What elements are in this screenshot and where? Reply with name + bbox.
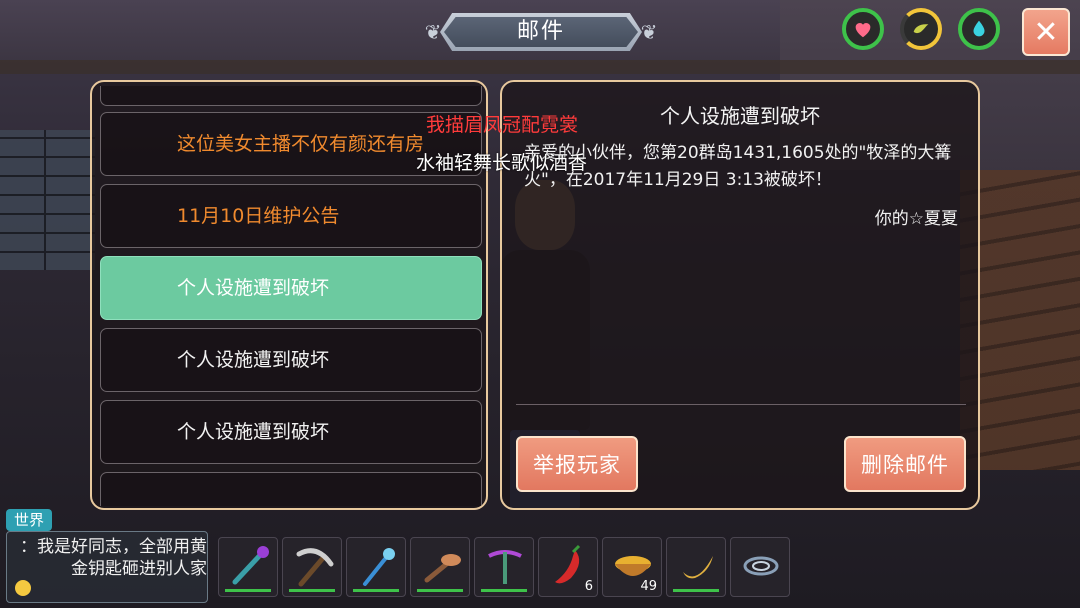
page-title: 邮件 — [516, 19, 565, 44]
brick-wall — [0, 130, 95, 270]
hotbar-slot[interactable]: 6 — [538, 537, 598, 597]
mail-item-label: 个人设施遭到破坏 — [177, 277, 330, 299]
health-indicator[interactable] — [842, 8, 884, 50]
mail-item[interactable]: 个人设施遭到破坏 — [100, 400, 482, 464]
hotbar-slot[interactable] — [474, 537, 534, 597]
item-count: 6 — [584, 579, 593, 594]
mail-signature: 你的☆夏夏 — [874, 209, 958, 229]
chat-channel-tag[interactable]: 世界 — [6, 509, 52, 531]
laughing-emoji-icon — [15, 580, 31, 596]
durability-bar — [225, 589, 271, 592]
detail-divider — [516, 404, 966, 405]
mail-item-label: 个人设施遭到破坏 — [177, 421, 330, 443]
mail-item-label: 这位美女主播不仅有颜还有房 — [177, 133, 425, 155]
delete-mail-button[interactable]: 删除邮件 — [844, 436, 966, 492]
heart-icon — [855, 23, 871, 38]
chat-message: ：我是好同志，全部用黄金钥匙砸进别人家 — [20, 537, 207, 579]
chat-box[interactable]: ：我是好同志，全部用黄金钥匙砸进别人家 — [6, 531, 208, 603]
thirst-indicator[interactable] — [958, 8, 1000, 50]
item-count: 49 — [640, 579, 657, 594]
mail-detail-panel: 个人设施遭到破坏 亲爱的小伙伴，您第20群岛1431,1605处的"牧泽的大篝火… — [500, 80, 980, 510]
hotbar-slot[interactable] — [730, 537, 790, 597]
vortex-icon — [743, 556, 779, 576]
hotbar-slot[interactable] — [410, 537, 470, 597]
hotbar-slot[interactable] — [282, 537, 342, 597]
mail-list-panel[interactable]: 这位美女主播不仅有颜还有房 11月10日维护公告 个人设施遭到破坏 个人设施遭到… — [90, 80, 488, 510]
ceiling-beam — [0, 60, 1080, 74]
pickaxe-icon — [296, 548, 334, 587]
mail-item-selected[interactable]: 个人设施遭到破坏 — [100, 256, 482, 320]
durability-bar — [673, 589, 719, 592]
mail-item-partial-top[interactable] — [100, 86, 482, 106]
durability-bar — [289, 589, 335, 592]
mail-item-label: 个人设施遭到破坏 — [177, 349, 330, 371]
report-player-button[interactable]: 举报玩家 — [516, 436, 638, 492]
hotbar-slot[interactable] — [218, 537, 278, 597]
banana-icon — [683, 556, 713, 579]
danmaku-comment: 水袖轻舞长歌似酒香 — [416, 152, 588, 174]
danmaku-comment: 我描眉凤冠配霓裳 — [426, 114, 579, 136]
wand-icon — [363, 548, 395, 586]
close-button[interactable]: ✕ — [1022, 8, 1070, 56]
hunger-indicator[interactable] — [900, 8, 942, 50]
hotbar: 6 49 — [218, 537, 798, 599]
shovel-icon — [424, 554, 461, 583]
crossbow-icon — [488, 550, 522, 584]
mail-item-label: 11月10日维护公告 — [177, 205, 340, 227]
mail-item[interactable]: 11月10日维护公告 — [100, 184, 482, 248]
hunger-icon — [913, 24, 929, 34]
close-icon: ✕ — [1033, 14, 1059, 50]
mail-item-partial-bottom[interactable] — [100, 472, 482, 506]
mail-title-banner: ❦ ❦ 邮件 — [422, 13, 660, 51]
hotbar-slot[interactable]: 49 — [602, 537, 662, 597]
hotbar-slot[interactable] — [346, 537, 406, 597]
durability-bar — [353, 589, 399, 592]
durability-bar — [481, 589, 527, 592]
mail-item[interactable]: 个人设施遭到破坏 — [100, 328, 482, 392]
mail-detail-body: 亲爱的小伙伴，您第20群岛1431,1605处的"牧泽的大篝火"，在2017年1… — [524, 143, 952, 190]
staff-icon — [232, 546, 269, 585]
water-icon — [973, 20, 985, 37]
hotbar-slot[interactable] — [666, 537, 726, 597]
durability-bar — [417, 589, 463, 592]
